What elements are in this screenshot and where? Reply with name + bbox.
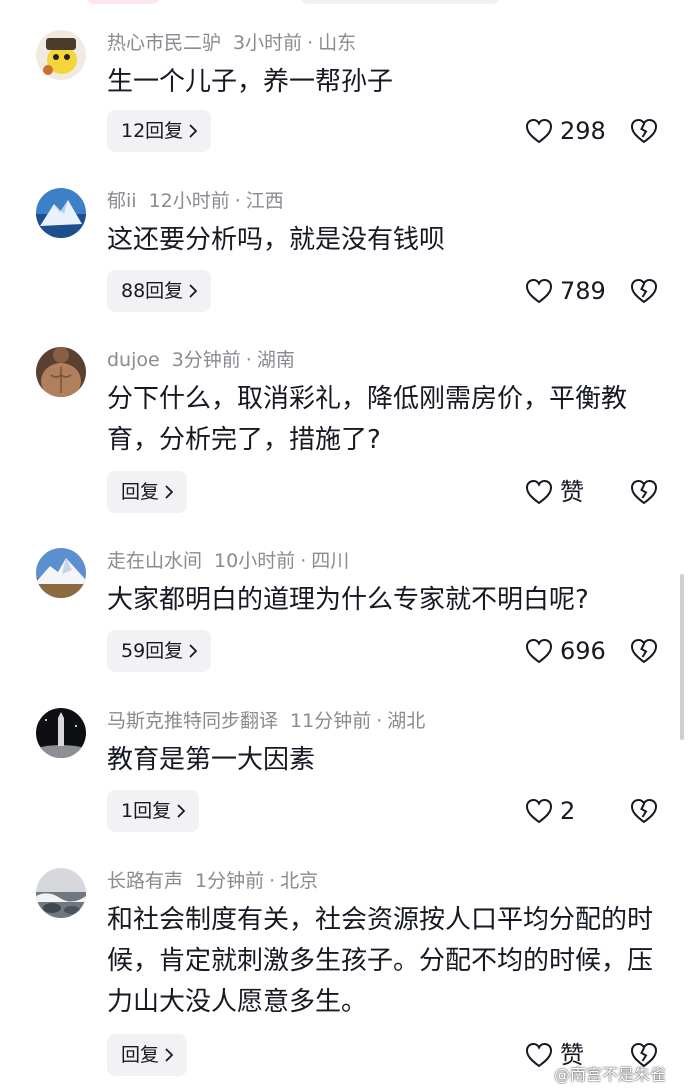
separator-dot: · [307, 32, 314, 54]
partial-button [86, 0, 160, 4]
broken-heart-icon[interactable] [630, 798, 658, 824]
watermark-text: @南宫不是朱雀 [554, 1065, 667, 1084]
scrollbar[interactable] [680, 574, 684, 740]
separator-dot: · [376, 710, 383, 732]
comment-meta: 走在山水间 10小时前 · 四川 [107, 548, 349, 574]
timestamp: 12小时前 [148, 190, 230, 212]
partial-input [300, 0, 500, 4]
reply-label: 回复 [121, 481, 160, 503]
view-replies-button[interactable]: 12回复 [107, 110, 212, 152]
comment-meta: dujoe 3分钟前 · 湖南 [107, 347, 295, 373]
location: 北京 [280, 870, 319, 892]
reply-label: 12回复 [121, 120, 184, 142]
chevron-right-icon [189, 124, 198, 138]
location: 湖北 [387, 710, 426, 732]
reply-label: 59回复 [121, 640, 184, 662]
timestamp: 10小时前 [214, 550, 296, 572]
username[interactable]: 长路有声 [107, 870, 183, 892]
username[interactable]: 郁ii [107, 190, 137, 212]
like-count: 2 [560, 797, 576, 825]
broken-heart-icon[interactable] [630, 638, 658, 664]
comment-meta: 长路有声 1分钟前 · 北京 [107, 868, 318, 894]
comment-text: 教育是第一大因素 [107, 745, 316, 775]
separator-dot: · [234, 190, 241, 212]
location: 四川 [311, 550, 350, 572]
timestamp: 11分钟前 [290, 710, 372, 732]
chevron-right-icon [165, 1048, 174, 1062]
username[interactable]: dujoe [107, 349, 160, 371]
avatar[interactable] [36, 347, 86, 397]
like-count: 696 [560, 637, 606, 665]
comment-meta: 热心市民二驴 3小时前 · 山东 [107, 30, 356, 56]
reply-label: 88回复 [121, 280, 184, 302]
view-replies-button[interactable]: 1回复 [107, 790, 200, 832]
reply-label: 回复 [121, 1044, 160, 1066]
separator-dot: · [300, 550, 307, 572]
heart-outline-icon[interactable] [525, 278, 553, 304]
weibo-logo-icon [528, 1067, 549, 1084]
comment-meta: 郁ii 12小时前 · 江西 [107, 188, 284, 214]
comment-text: 大家都明白的道理为什么专家就不明白呢? [107, 585, 589, 615]
comment-text: 这还要分析吗，就是没有钱呗 [107, 225, 446, 255]
broken-heart-icon[interactable] [630, 278, 658, 304]
timestamp: 1分钟前 [195, 870, 265, 892]
reply-label: 1回复 [121, 800, 172, 822]
username[interactable]: 热心市民二驴 [107, 32, 221, 54]
avatar[interactable] [36, 868, 86, 918]
view-replies-button[interactable]: 59回复 [107, 630, 212, 672]
chevron-right-icon [165, 485, 174, 499]
location: 山东 [318, 32, 357, 54]
broken-heart-icon[interactable] [630, 479, 658, 505]
timestamp: 3小时前 [233, 32, 303, 54]
comment-meta: 马斯克推特同步翻译 11分钟前 · 湖北 [107, 708, 425, 734]
broken-heart-icon[interactable] [630, 118, 658, 144]
separator-dot: · [245, 349, 252, 371]
like-count: 298 [560, 117, 606, 145]
like-count: 赞 [560, 478, 584, 506]
timestamp: 3分钟前 [171, 349, 241, 371]
comment-text: 和社会制度有关，社会资源按人口平均分配的时候，肯定就刺激多生孩子。分配不均的时候… [107, 905, 654, 1017]
comment-text: 分下什么，取消彩礼，降低刚需房价，平衡教育，分析完了，措施了? [107, 384, 628, 455]
top-partial-bar [0, 0, 690, 8]
chevron-right-icon [189, 284, 198, 298]
username[interactable]: 走在山水间 [107, 550, 202, 572]
avatar[interactable] [36, 548, 86, 598]
location: 江西 [245, 190, 284, 212]
like-count: 789 [560, 277, 606, 305]
watermark: @南宫不是朱雀 [528, 1064, 666, 1086]
view-replies-button[interactable]: 回复 [107, 1034, 188, 1076]
heart-outline-icon[interactable] [525, 479, 553, 505]
heart-outline-icon[interactable] [525, 118, 553, 144]
view-replies-button[interactable]: 88回复 [107, 270, 212, 312]
avatar[interactable] [36, 708, 86, 758]
chevron-right-icon [177, 804, 186, 818]
comment-text: 生一个儿子，养一帮孙子 [107, 67, 394, 97]
avatar[interactable] [36, 188, 86, 238]
heart-outline-icon[interactable] [525, 798, 553, 824]
view-replies-button[interactable]: 回复 [107, 471, 188, 513]
username[interactable]: 马斯克推特同步翻译 [107, 710, 278, 732]
location: 湖南 [256, 349, 295, 371]
chevron-right-icon [189, 644, 198, 658]
heart-outline-icon[interactable] [525, 638, 553, 664]
separator-dot: · [269, 870, 276, 892]
avatar[interactable] [36, 30, 86, 80]
